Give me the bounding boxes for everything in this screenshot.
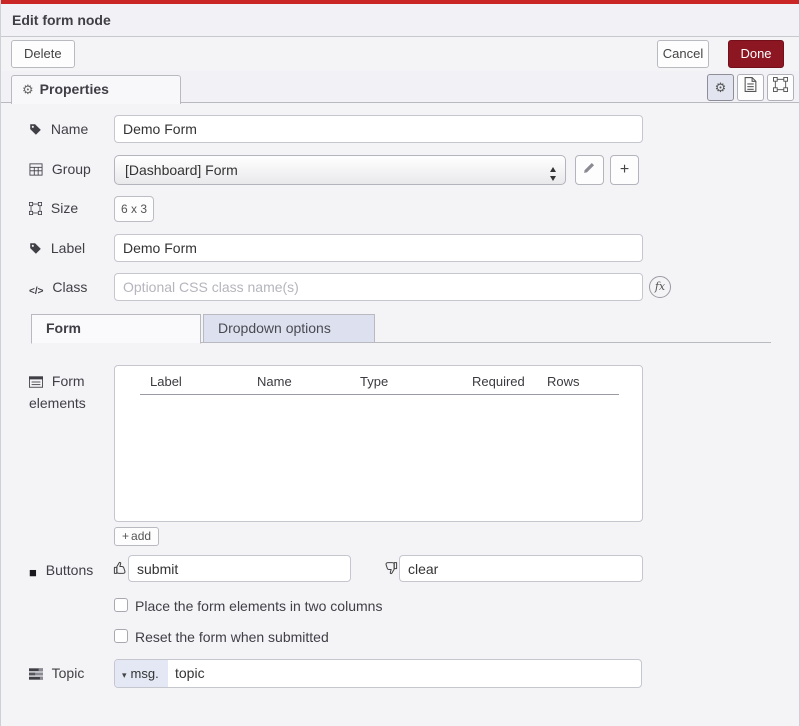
delete-button[interactable]: Delete xyxy=(11,40,75,68)
column-header-type: Type xyxy=(360,374,388,389)
topic-value[interactable]: topic xyxy=(175,660,205,687)
class-input[interactable] xyxy=(114,273,643,301)
form-elements-label: Form elements xyxy=(29,370,95,414)
tasks-icon xyxy=(29,668,43,680)
class-label: </> Class xyxy=(29,279,87,297)
object-group-icon xyxy=(773,77,788,92)
column-header-label: Label xyxy=(150,374,182,389)
plus-icon: + xyxy=(620,161,629,178)
name-input[interactable] xyxy=(114,115,643,143)
gear-icon: ⚙ xyxy=(22,83,34,98)
dialog-toolbar: Delete Cancel Done xyxy=(1,37,800,71)
add-group-button[interactable]: + xyxy=(610,155,639,185)
reset-on-submit-checkbox[interactable] xyxy=(114,629,128,643)
editor-tab-row: ⚙ Properties ⚙ xyxy=(1,71,800,103)
size-label: Size xyxy=(29,200,78,216)
tag-icon xyxy=(29,123,42,136)
dialog-title: Edit form node xyxy=(1,4,800,37)
appearance-button[interactable] xyxy=(767,74,794,101)
buttons-label: ■ Buttons xyxy=(29,562,93,580)
group-select[interactable]: [Dashboard] Form xyxy=(114,155,566,185)
tab-dropdown-options[interactable]: Dropdown options xyxy=(203,314,375,343)
fx-button[interactable]: fx xyxy=(649,276,671,298)
size-button[interactable]: 6 x 3 xyxy=(114,196,154,222)
column-header-rows: Rows xyxy=(547,374,580,389)
gear-icon: ⚙ xyxy=(715,81,727,96)
table-icon xyxy=(29,163,43,176)
name-label: Name xyxy=(29,121,88,137)
column-header-required: Required xyxy=(472,374,525,389)
tab-properties-label: Properties xyxy=(40,81,109,97)
add-element-button[interactable]: +add xyxy=(114,527,159,546)
properties-panel: Name Group [Dashboard] Form + Size 6 x 3… xyxy=(1,103,800,726)
tag-icon xyxy=(29,242,42,255)
label-label: Label xyxy=(29,240,85,256)
file-text-icon xyxy=(744,77,757,92)
select-updown-icon xyxy=(549,163,557,191)
topic-type-label: msg. xyxy=(131,666,159,681)
column-header-name: Name xyxy=(257,374,292,389)
cancel-button[interactable]: Cancel xyxy=(657,40,709,68)
clear-button-text-input[interactable] xyxy=(399,555,643,582)
pencil-icon xyxy=(583,161,596,174)
group-label: Group xyxy=(29,161,91,177)
label-input[interactable] xyxy=(114,234,643,262)
reset-on-submit-checkbox-label: Reset the form when submitted xyxy=(135,629,329,645)
plus-icon: + xyxy=(122,529,129,543)
square-icon: ■ xyxy=(29,565,37,580)
form-elements-list: Label Name Type Required Rows xyxy=(114,365,643,522)
topic-label: Topic xyxy=(29,665,84,681)
list-alt-icon xyxy=(29,376,43,388)
description-button[interactable] xyxy=(737,74,764,101)
group-select-value: [Dashboard] Form xyxy=(125,162,238,178)
chevron-down-icon: ▾ xyxy=(122,671,127,681)
code-icon: </> xyxy=(29,286,43,297)
edit-form-node-dialog: Edit form node Delete Cancel Done ⚙ Prope… xyxy=(0,0,800,726)
tab-form[interactable]: Form xyxy=(31,314,201,344)
object-group-icon xyxy=(29,202,42,215)
two-columns-checkbox-label: Place the form elements in two columns xyxy=(135,598,382,614)
submit-button-text-input[interactable] xyxy=(128,555,351,582)
header-divider xyxy=(140,394,619,395)
two-columns-checkbox[interactable] xyxy=(114,598,128,612)
properties-gear-button[interactable]: ⚙ xyxy=(707,74,734,101)
thumbs-down-icon xyxy=(383,560,398,581)
tab-properties[interactable]: ⚙ Properties xyxy=(11,75,181,104)
done-button[interactable]: Done xyxy=(728,40,784,68)
edit-group-button[interactable] xyxy=(575,155,604,185)
form-subtabs: Form Dropdown options xyxy=(31,314,771,343)
topic-type-button[interactable]: ▾ msg. xyxy=(115,660,168,687)
thumbs-up-icon xyxy=(113,560,128,581)
topic-typed-input: ▾ msg. topic xyxy=(114,659,642,688)
